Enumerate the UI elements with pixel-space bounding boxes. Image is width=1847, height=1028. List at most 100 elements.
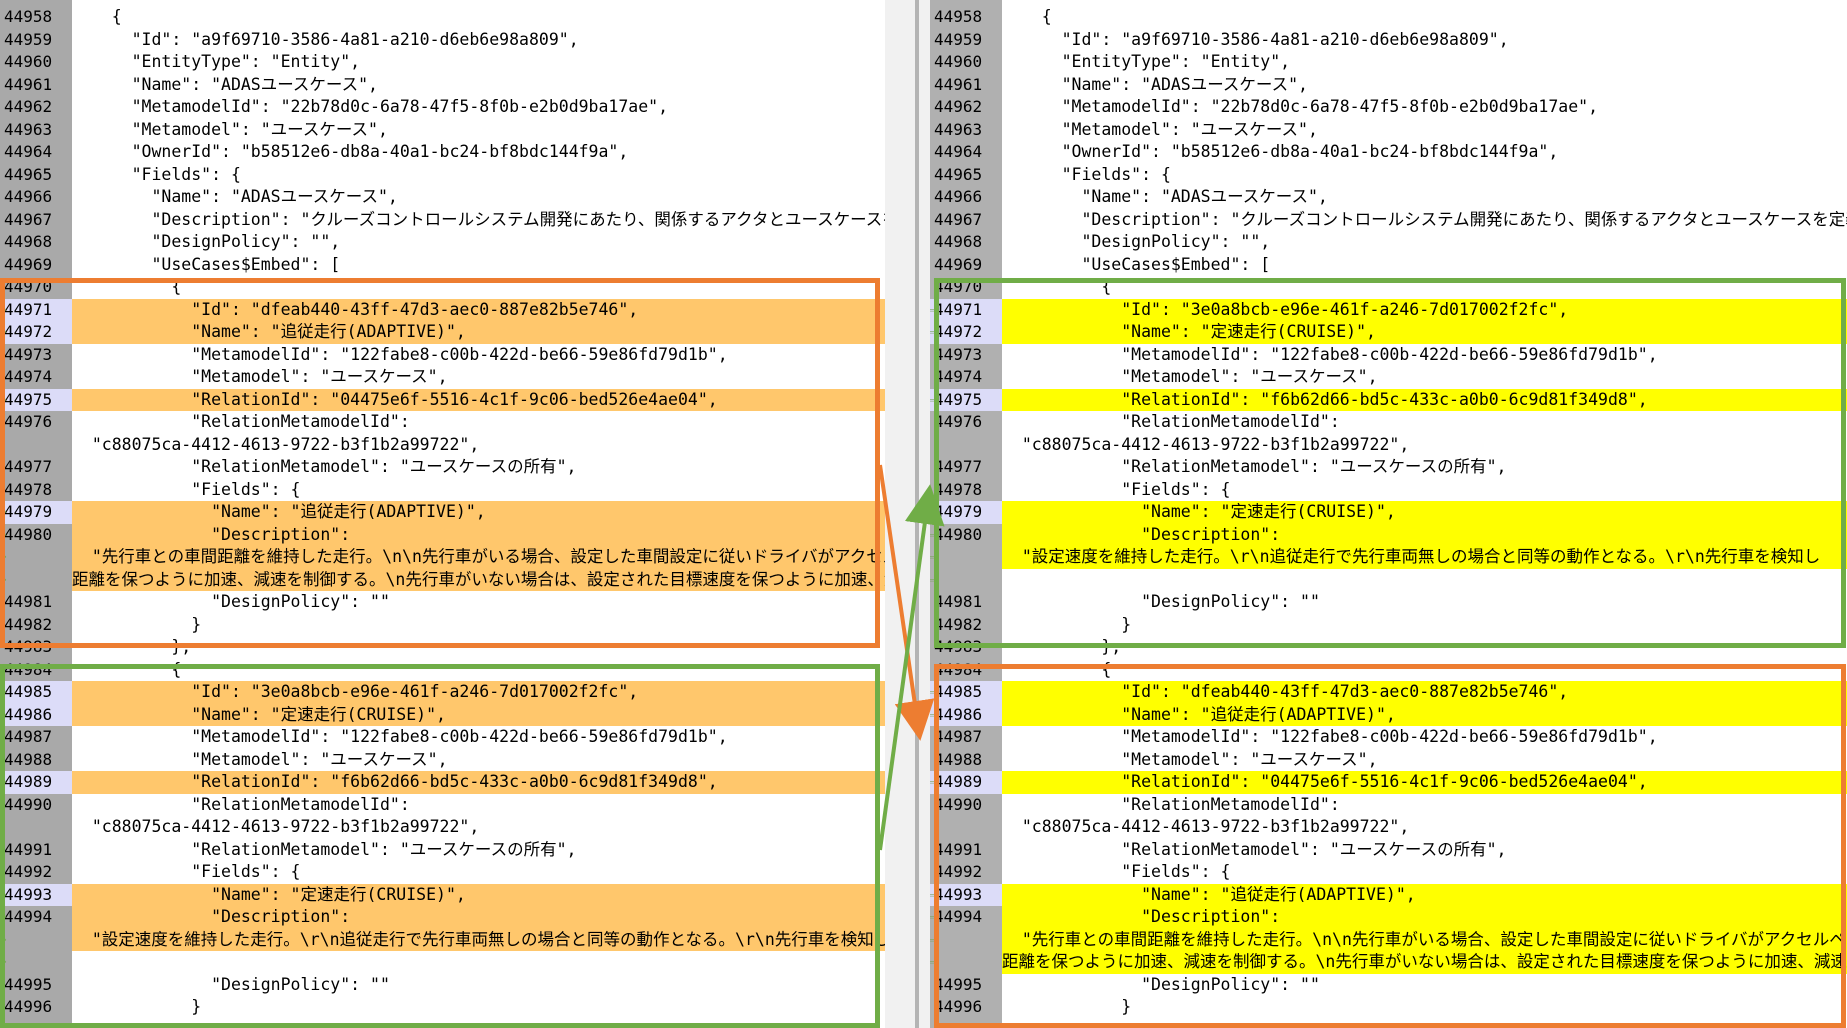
- code-text: "c88075ca-4412-4613-9722-b3f1b2a99722",: [72, 817, 480, 836]
- splitter-bar[interactable]: [915, 0, 919, 1028]
- line-number: 44989: [0, 771, 72, 794]
- left-arrow-icon[interactable]: ⇐: [930, 321, 934, 344]
- code-text: "Name": "定速走行(CRUISE)",: [72, 703, 885, 726]
- code-text: "OwnerId": "b58512e6-db8a-40a1-bc24-bf8b…: [1002, 142, 1559, 161]
- line-number: 44986: [0, 703, 72, 726]
- code-line: 44981 "DesignPolicy": "": [0, 591, 885, 614]
- code-line: 44986 › "Name": "定速走行(CRUISE)",: [0, 703, 885, 726]
- left-arrow-icon[interactable]: ⇐: [930, 681, 934, 704]
- code-text: "Name": "追従走行(ADAPTIVE)",: [1002, 703, 1847, 726]
- code-line: 44959 "Id": "a9f69710-3586-4a81-a210-d6e…: [0, 29, 885, 52]
- code-line: ⇐ "先行車との車間距離を維持した走行。\n\n先行車がいる場合、設定した車間設…: [930, 928, 1847, 952]
- code-line: 44989 ⇐ "RelationId": "04475e6f-5516-4c1f…: [930, 771, 1847, 794]
- line-number: 44990: [934, 794, 983, 814]
- line-number: 44987: [934, 727, 983, 746]
- code-line: 44976 "RelationMetamodelId":: [0, 411, 885, 434]
- code-text: "Name": "定速走行(CRUISE)",: [72, 883, 885, 906]
- code-text: "Name": "追従走行(ADAPTIVE)",: [72, 501, 885, 524]
- code-text: "RelationMetamodelId":: [72, 794, 410, 814]
- code-line: 44966 "Name": "ADASユースケース",: [0, 186, 885, 209]
- left-arrow-icon[interactable]: ⇐: [930, 704, 934, 727]
- code-line: 44965 "Fields": {: [930, 164, 1847, 187]
- code-line: 44978 "Fields": {: [0, 479, 885, 502]
- code-line: 44995 "DesignPolicy": "": [930, 974, 1847, 997]
- line-number: 44978: [934, 479, 983, 499]
- right-diff-pane[interactable]: 44958 {44959 "Id": "a9f69710-3586-4a81-a…: [930, 0, 1847, 1028]
- left-arrow-icon[interactable]: ⇐: [930, 546, 934, 569]
- chevron-right-icon: ›: [0, 706, 9, 723]
- line-number: 44983: [934, 637, 983, 656]
- left-arrow-icon[interactable]: ⇐: [930, 389, 934, 412]
- code-text: }: [72, 997, 202, 1016]
- left-arrow-icon[interactable]: ⇐: [930, 906, 934, 929]
- code-line: 44963 "Metamodel": "ユースケース",: [0, 119, 885, 142]
- code-text: "Fields": {: [72, 164, 241, 184]
- code-text: {: [72, 7, 122, 26]
- left-arrow-icon[interactable]: ⇐: [930, 929, 934, 952]
- pane-splitter[interactable]: [885, 0, 930, 1028]
- left-arrow-icon[interactable]: ⇐: [930, 771, 934, 794]
- code-line: 44973 "MetamodelId": "122fabe8-c00b-422d…: [930, 344, 1847, 367]
- code-line: 44969 "UseCases$Embed": [: [0, 254, 885, 277]
- left-arrow-icon[interactable]: ⇐: [930, 299, 934, 322]
- code-line: 44981 "DesignPolicy": "": [930, 591, 1847, 614]
- code-line: 44973 "MetamodelId": "122fabe8-c00b-422d…: [0, 344, 885, 367]
- line-number: 44966: [934, 187, 983, 206]
- code-text: "先行車との車間距離を維持した走行。\n\n先行車がいる場合、設定した車間設定に…: [1002, 928, 1847, 951]
- code-text: "Fields": {: [1002, 479, 1231, 499]
- line-number: 44976: [4, 412, 53, 431]
- code-line: 44962 "MetamodelId": "22b78d0c-6a78-47f5…: [930, 96, 1847, 119]
- left-arrow-icon[interactable]: ⇐: [930, 524, 934, 547]
- line-number: 44977: [934, 457, 983, 476]
- code-text: "Name": "ADASユースケース",: [72, 187, 398, 206]
- code-text: "Description":: [1002, 906, 1847, 929]
- line-number: 44961: [4, 74, 53, 94]
- line-number: 44983: [4, 637, 53, 656]
- left-arrow-icon[interactable]: ⇐: [930, 569, 934, 592]
- line-number: 44980: [4, 524, 53, 544]
- chevron-right-icon: ›: [0, 391, 9, 408]
- code-text: "RelationId": "04475e6f-5516-4c1f-9c06-b…: [1002, 771, 1847, 794]
- chevron-right-icon: ›: [0, 549, 9, 565]
- code-line: ⇐: [930, 569, 1847, 592]
- code-text: }: [1002, 614, 1132, 634]
- line-number: 44977: [4, 457, 53, 476]
- code-text: "RelationMetamodel": "ユースケースの所有",: [72, 839, 577, 859]
- line-number: 44995: [934, 974, 983, 994]
- code-text: "Description":: [72, 523, 885, 546]
- code-line: "c88075ca-4412-4613-9722-b3f1b2a99722",: [0, 434, 885, 457]
- code-line: 44985 › "Id": "3e0a8bcb-e96e-461f-a246-7d…: [0, 681, 885, 704]
- left-diff-pane[interactable]: 44958 {44959 "Id": "a9f69710-3586-4a81-a…: [0, 0, 885, 1028]
- line-number: 44972: [930, 321, 1002, 344]
- line-number: 44960: [4, 52, 53, 71]
- code-line: 44975 ⇐ "RelationId": "f6b62d66-bd5c-433c…: [930, 388, 1847, 412]
- code-line: 44986 ⇐ "Name": "追従走行(ADAPTIVE)",: [930, 703, 1847, 727]
- code-line: 44988 "Metamodel": "ユースケース",: [930, 749, 1847, 772]
- code-text: "Fields": {: [1002, 164, 1171, 184]
- code-text: "DesignPolicy": "",: [72, 232, 341, 251]
- code-line: 44992 "Fields": {: [930, 861, 1847, 884]
- line-number: 44969: [934, 254, 983, 274]
- code-line: 44960 "EntityType": "Entity",: [0, 51, 885, 74]
- code-line: 44992 "Fields": {: [0, 861, 885, 884]
- code-line: 44987 "MetamodelId": "122fabe8-c00b-422d…: [0, 726, 885, 749]
- code-text: },: [1002, 637, 1122, 656]
- left-arrow-icon[interactable]: ⇐: [930, 501, 934, 524]
- line-number: 44989: [930, 771, 1002, 794]
- line-number: 44964: [4, 142, 53, 161]
- line-number: 44973: [4, 344, 53, 364]
- code-text: "Name": "ADASユースケース",: [72, 74, 378, 94]
- chevron-right-icon: ›: [0, 909, 9, 925]
- code-text: },: [72, 637, 192, 656]
- code-line: 44975 › "RelationId": "04475e6f-5516-4c1f…: [0, 388, 885, 411]
- left-arrow-icon[interactable]: ⇐: [930, 951, 934, 974]
- code-text: "EntityType": "Entity",: [1002, 52, 1291, 71]
- chevron-right-icon: ›: [0, 324, 9, 340]
- code-text: "Metamodel": "ユースケース",: [72, 367, 448, 386]
- code-text: 距離を保つように加速、減速を制御する。\n先行車がいない場合は、設定された目標速…: [1002, 951, 1847, 974]
- code-text: "Id": "a9f69710-3586-4a81-a210-d6eb6e98a…: [72, 29, 579, 49]
- code-text: "Metamodel": "ユースケース",: [1002, 749, 1378, 769]
- code-text: "OwnerId": "b58512e6-db8a-40a1-bc24-bf8b…: [72, 142, 629, 161]
- left-arrow-icon[interactable]: ⇐: [930, 884, 934, 907]
- code-text: "Metamodel": "ユースケース",: [1002, 367, 1378, 386]
